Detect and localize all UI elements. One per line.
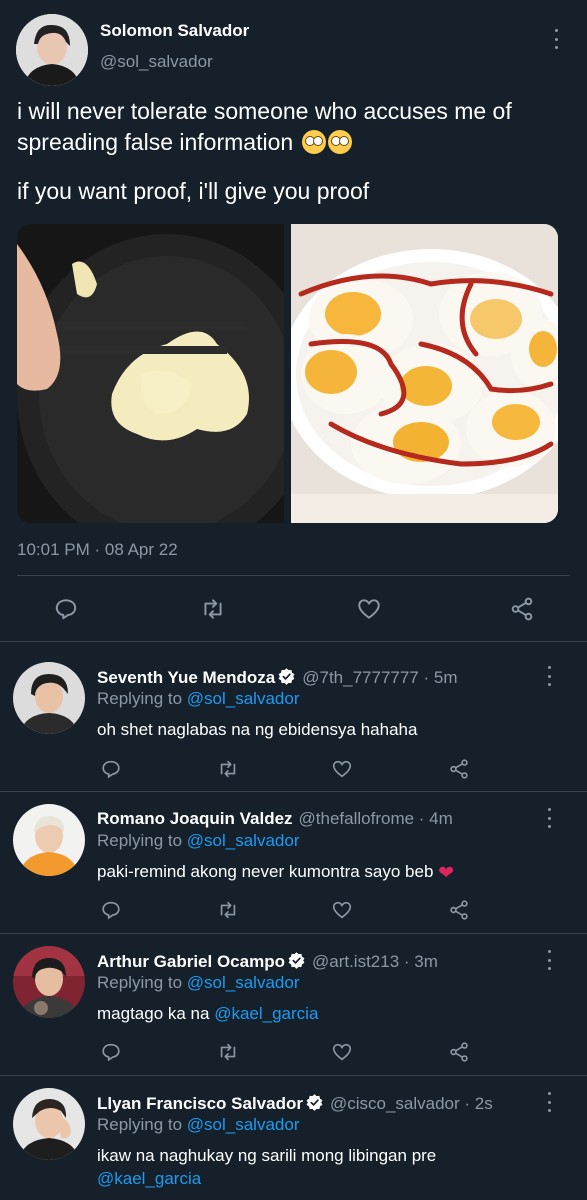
mention-link[interactable]: @kael_garcia xyxy=(214,1004,318,1023)
mention-link[interactable]: @sol_salvador xyxy=(187,689,300,708)
reply-avatar[interactable] xyxy=(13,1088,85,1160)
share-icon[interactable] xyxy=(508,595,536,623)
reply-author-name[interactable]: Llyan Francisco Salvador xyxy=(97,1094,303,1113)
author-avatar[interactable] xyxy=(16,14,88,86)
replying-to: Replying to @sol_salvador xyxy=(97,1115,299,1135)
verified-badge-icon xyxy=(306,1094,323,1111)
reply-tweet[interactable]: Romano Joaquin Valdez @thefallofrome · 4m… xyxy=(0,792,587,933)
retweet-icon[interactable] xyxy=(214,896,242,924)
more-options-icon[interactable] xyxy=(545,808,553,828)
reply-author-name[interactable]: Arthur Gabriel Ocampo xyxy=(97,952,285,971)
like-icon[interactable] xyxy=(328,1038,356,1066)
reply-tweet[interactable]: Seventh Yue Mendoza @7th_7777777 · 5m Rep… xyxy=(0,642,587,790)
red-heart-emoji-icon: ❤ xyxy=(438,863,455,884)
retweet-icon[interactable] xyxy=(214,1038,242,1066)
eye-roll-emoji-icon xyxy=(301,130,326,154)
replying-to-label: Replying to xyxy=(97,1115,187,1134)
like-icon[interactable] xyxy=(328,896,356,924)
share-icon[interactable] xyxy=(445,896,473,924)
tweet-text-line1: i will never tolerate someone who accuse… xyxy=(17,98,512,155)
reply-tweet[interactable]: Llyan Francisco Salvador @cisco_salvador … xyxy=(0,1076,587,1200)
retweet-icon[interactable] xyxy=(199,595,227,623)
tweet-text: i will never tolerate someone who accuse… xyxy=(17,96,577,158)
replying-to: Replying to @sol_salvador xyxy=(97,973,299,993)
reply-text: magtago ka na @kael_garcia xyxy=(97,1002,567,1025)
like-icon[interactable] xyxy=(355,595,383,623)
reply-author-name[interactable]: Seventh Yue Mendoza xyxy=(97,668,275,687)
reply-meta: @cisco_salvador · 2s xyxy=(329,1094,493,1113)
like-icon[interactable] xyxy=(328,755,356,783)
more-options-icon[interactable] xyxy=(545,950,553,970)
reply-header: Seventh Yue Mendoza @7th_7777777 · 5m xyxy=(97,667,457,688)
more-options-icon[interactable] xyxy=(552,29,560,49)
reply-header: Romano Joaquin Valdez @thefallofrome · 4m xyxy=(97,809,453,829)
reply-icon[interactable] xyxy=(52,595,80,623)
replying-to: Replying to @sol_salvador xyxy=(97,689,299,709)
tweet-image-fried-eggs[interactable] xyxy=(291,224,558,523)
mention-link[interactable]: @sol_salvador xyxy=(187,831,300,850)
replying-to: Replying to @sol_salvador xyxy=(97,831,299,851)
reply-avatar[interactable] xyxy=(13,662,85,734)
reply-author-name[interactable]: Romano Joaquin Valdez xyxy=(97,809,293,828)
reply-text-content: ikaw na naghukay ng sarili mong libingan… xyxy=(97,1146,437,1165)
reply-avatar[interactable] xyxy=(13,946,85,1018)
mention-link[interactable]: @kael_garcia xyxy=(97,1169,201,1188)
verified-badge-icon xyxy=(288,952,305,969)
mention-link[interactable]: @sol_salvador xyxy=(187,973,300,992)
reply-icon[interactable] xyxy=(97,755,125,783)
reply-avatar[interactable] xyxy=(13,804,85,876)
replying-to-label: Replying to xyxy=(97,973,187,992)
reply-icon[interactable] xyxy=(97,1038,125,1066)
reply-text: paki-remind akong never kumontra sayo be… xyxy=(97,860,567,885)
reply-text-content: paki-remind akong never kumontra sayo be… xyxy=(97,862,434,881)
reply-header: Llyan Francisco Salvador @cisco_salvador … xyxy=(97,1093,493,1114)
tweet-timestamp[interactable]: 10:01 PM · 08 Apr 22 xyxy=(17,540,178,560)
divider xyxy=(17,575,570,576)
more-options-icon[interactable] xyxy=(545,666,553,686)
share-icon[interactable] xyxy=(445,1038,473,1066)
reply-meta: @7th_7777777 · 5m xyxy=(302,668,458,687)
reply-icon[interactable] xyxy=(97,896,125,924)
tweet-image-scrambled-eggs[interactable] xyxy=(17,224,284,523)
replying-to-label: Replying to xyxy=(97,831,187,850)
reply-tweet[interactable]: Arthur Gabriel Ocampo @art.ist213 · 3m Re… xyxy=(0,934,587,1075)
reply-text-content: magtago ka na xyxy=(97,1004,215,1023)
reply-meta: @art.ist213 · 3m xyxy=(311,952,438,971)
verified-badge-icon xyxy=(278,668,295,685)
eye-roll-emoji-icon xyxy=(327,130,352,154)
main-tweet: Solomon Salvador @sol_salvador i will ne… xyxy=(0,0,587,640)
mention-link[interactable]: @sol_salvador xyxy=(187,1115,300,1134)
reply-meta: @thefallofrome · 4m xyxy=(298,809,453,828)
share-icon[interactable] xyxy=(445,755,473,783)
reply-text: ikaw na naghukay ng sarili mong libingan… xyxy=(97,1144,567,1190)
tweet-text-line2: if you want proof, i'll give you proof xyxy=(17,178,370,204)
author-handle[interactable]: @sol_salvador xyxy=(100,52,213,72)
retweet-icon[interactable] xyxy=(214,755,242,783)
reply-header: Arthur Gabriel Ocampo @art.ist213 · 3m xyxy=(97,951,438,972)
more-options-icon[interactable] xyxy=(545,1092,553,1112)
author-name[interactable]: Solomon Salvador xyxy=(100,21,249,41)
replying-to-label: Replying to xyxy=(97,689,187,708)
reply-text: oh shet naglabas na ng ebidensya hahaha xyxy=(97,720,418,739)
